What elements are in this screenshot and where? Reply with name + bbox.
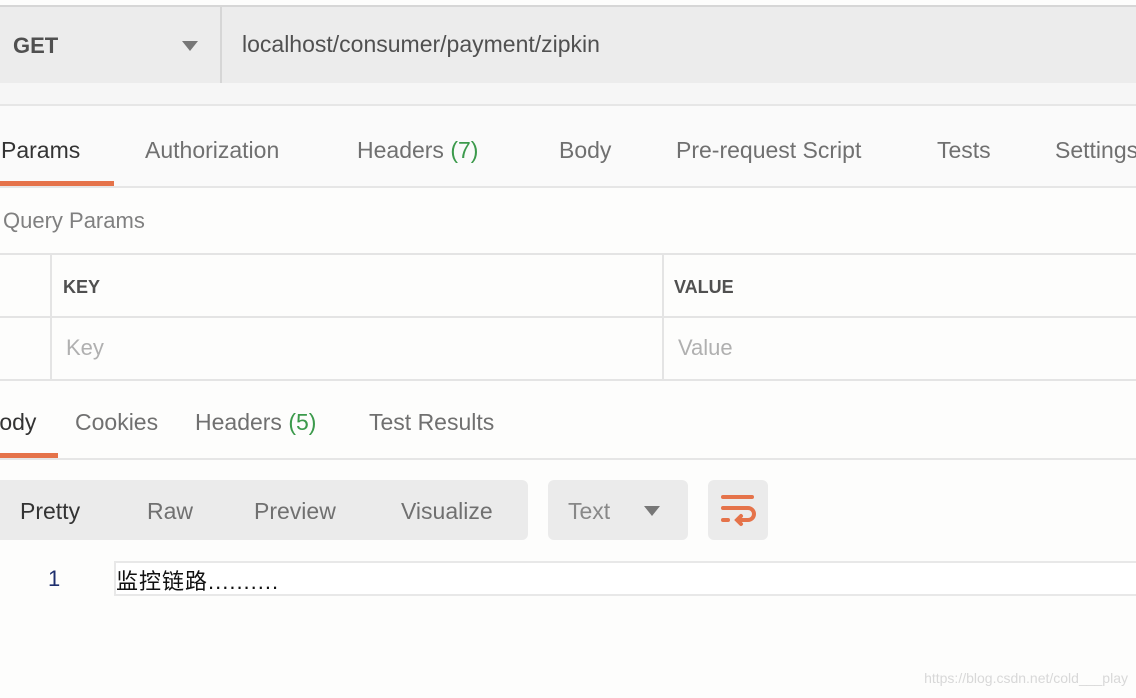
tab-pre-request-script[interactable]: Pre-request Script bbox=[676, 137, 861, 164]
watermark: https://blog.csdn.net/cold___play bbox=[924, 670, 1128, 686]
view-visualize[interactable]: Visualize bbox=[401, 498, 493, 525]
tab-settings[interactable]: Settings bbox=[1055, 137, 1136, 164]
tab-authorization[interactable]: Authorization bbox=[145, 137, 279, 164]
line-number: 1 bbox=[48, 566, 61, 591]
response-body-text: 监控链路.......... bbox=[116, 569, 280, 594]
chevron-down-icon bbox=[182, 41, 198, 51]
active-tab-indicator bbox=[0, 181, 114, 186]
response-tabs: Body Cookies Headers (5) Test Results bbox=[0, 379, 1136, 460]
tab-body[interactable]: Body bbox=[559, 137, 611, 164]
tab-cookies[interactable]: Cookies bbox=[75, 409, 158, 436]
row-divider bbox=[0, 316, 1136, 318]
response-headers-count: (5) bbox=[288, 409, 317, 435]
tab-response-headers[interactable]: Headers (5) bbox=[195, 409, 316, 436]
url-input[interactable]: localhost/consumer/payment/zipkin bbox=[242, 31, 600, 58]
method-select[interactable]: GET bbox=[0, 7, 222, 83]
value-header: VALUE bbox=[674, 277, 734, 297]
method-label: GET bbox=[13, 33, 59, 58]
request-tabs: Params Authorization Headers (7) Body Pr… bbox=[0, 106, 1136, 188]
query-params-table: KEY VALUE Key Value bbox=[0, 253, 1136, 381]
tab-headers[interactable]: Headers (7) bbox=[357, 137, 478, 164]
view-preview[interactable]: Preview bbox=[254, 498, 336, 525]
format-label: Text bbox=[568, 498, 611, 524]
tab-test-results[interactable]: Test Results bbox=[369, 409, 494, 436]
url-bar: GET localhost/consumer/payment/zipkin bbox=[0, 5, 1136, 85]
query-params-title: Query Params bbox=[3, 208, 145, 233]
tab-response-headers-label: Headers bbox=[195, 409, 282, 435]
value-input[interactable]: Value bbox=[678, 335, 733, 361]
headers-count: (7) bbox=[450, 137, 479, 163]
key-input[interactable]: Key bbox=[66, 335, 104, 361]
key-header: KEY bbox=[63, 277, 101, 297]
tab-tests[interactable]: Tests bbox=[937, 137, 991, 164]
view-pretty[interactable]: Pretty bbox=[20, 498, 80, 525]
divider bbox=[0, 83, 1136, 106]
tab-params[interactable]: Params bbox=[1, 137, 80, 164]
wrap-lines-button[interactable] bbox=[708, 480, 768, 540]
wrap-icon bbox=[721, 495, 756, 526]
tab-response-body[interactable]: Body bbox=[0, 409, 36, 436]
active-tab-indicator bbox=[0, 453, 58, 458]
view-raw[interactable]: Raw bbox=[147, 498, 193, 525]
chevron-down-icon bbox=[644, 506, 660, 516]
tab-headers-label: Headers bbox=[357, 137, 444, 163]
view-mode-switch: Pretty Raw Preview Visualize bbox=[0, 480, 528, 540]
format-dropdown[interactable]: Text bbox=[548, 480, 688, 540]
